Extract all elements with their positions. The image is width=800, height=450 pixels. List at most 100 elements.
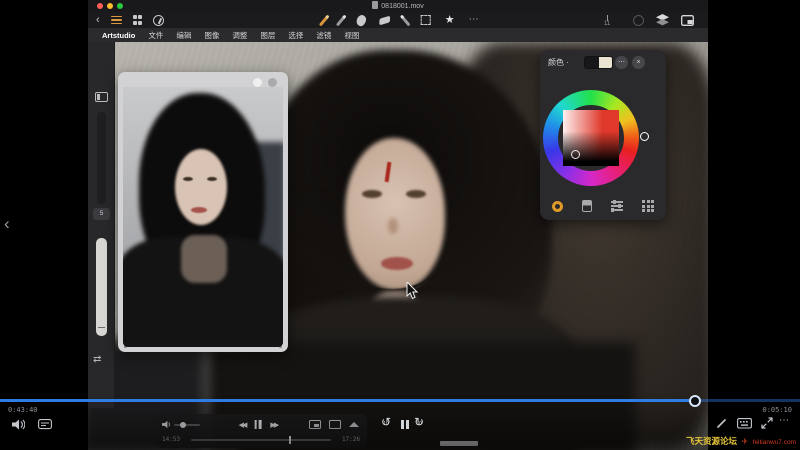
photo-right-eye xyxy=(207,177,217,181)
painting-left-eye xyxy=(362,190,382,198)
inner-video-controls[interactable]: ◀◀ ▶▶ 14:53 17:26 xyxy=(155,414,367,448)
mouse-cursor xyxy=(406,282,418,300)
app-menubar: Artstudio 文件 编辑 图像 调整 图层 选择 滤镜 视图 xyxy=(88,28,708,42)
video-player: 0818001.mov ‹ ★ ⋯ 11 xyxy=(0,0,800,450)
watermark: 飞天资源论坛 ✈ feitianwu7.com xyxy=(686,431,796,449)
screen-recording-frame[interactable]: 0818001.mov ‹ ★ ⋯ 11 xyxy=(88,0,708,450)
more-options-icon[interactable]: ⋯ xyxy=(779,415,790,426)
gradient-mode-icon[interactable] xyxy=(582,200,592,212)
photo-lips xyxy=(191,207,207,213)
canvas-icon[interactable] xyxy=(681,15,694,26)
inner-seek-bar[interactable] xyxy=(191,439,331,441)
brush-size-slider[interactable] xyxy=(97,112,106,204)
brush-setting-value: 11 xyxy=(604,21,610,27)
canvas-gray-strip xyxy=(440,441,478,446)
remaining-time: 0:05:10 xyxy=(762,406,792,414)
resize-handle-right[interactable] xyxy=(279,345,282,348)
main-menu-icon[interactable] xyxy=(111,16,122,25)
transform-arrows-icon[interactable]: ⇄ xyxy=(93,354,101,365)
smudge-tool-icon[interactable] xyxy=(355,13,368,27)
back-icon[interactable]: ‹ xyxy=(96,15,100,25)
secondary-color-swatch[interactable] xyxy=(599,57,613,68)
menu-layer[interactable]: 图层 xyxy=(260,30,275,41)
inner-seek-handle[interactable] xyxy=(289,436,291,444)
menu-view[interactable]: 视图 xyxy=(344,30,359,41)
seek-handle[interactable] xyxy=(689,395,701,407)
inner-total-time: 17:26 xyxy=(342,436,360,443)
pause-button[interactable] xyxy=(401,420,409,429)
menu-image[interactable]: 图像 xyxy=(204,30,219,41)
rewind-icon[interactable]: ◀◀ xyxy=(239,421,246,429)
painting-nose xyxy=(388,218,398,234)
inner-volume-icon[interactable] xyxy=(162,420,171,429)
reference-window[interactable] xyxy=(118,72,288,352)
fast-forward-icon[interactable]: ▶▶ xyxy=(270,421,277,429)
favorites-star-icon[interactable]: ★ xyxy=(445,15,455,26)
more-tools-icon[interactable]: ⋯ xyxy=(469,16,480,24)
paint-brush-tool-icon[interactable] xyxy=(319,14,330,26)
brush-opacity-slider[interactable] xyxy=(96,238,107,336)
reference-photo xyxy=(123,87,283,347)
menu-select[interactable]: 选择 xyxy=(288,30,303,41)
wheel-mode-icon[interactable] xyxy=(552,201,563,212)
resize-handle-left[interactable] xyxy=(124,345,127,348)
watermark-forum-text: 飞天资源论坛 xyxy=(686,436,737,446)
volume-icon[interactable] xyxy=(12,419,25,430)
display-icon[interactable] xyxy=(329,420,341,429)
hue-selector[interactable] xyxy=(640,132,649,141)
menu-adjust[interactable]: 调整 xyxy=(232,30,247,41)
window-title: 0818001.mov xyxy=(88,1,708,10)
menu-artstudio[interactable]: Artstudio xyxy=(102,31,135,40)
selection-tool-icon[interactable] xyxy=(421,15,431,25)
eraser-tool-icon[interactable] xyxy=(379,15,390,25)
app-toolbar: ‹ ★ ⋯ 11 xyxy=(88,12,708,28)
left-tool-sidebar: 5 ⇄ xyxy=(88,42,115,408)
color-panel[interactable]: 颜色 · ⋯ × xyxy=(540,50,666,220)
eyedropper-tool-icon[interactable] xyxy=(400,14,411,26)
keyboard-icon[interactable] xyxy=(737,418,752,429)
previous-video-chevron[interactable]: ‹ xyxy=(4,214,10,234)
primary-secondary-swatch[interactable] xyxy=(584,56,613,69)
current-color-swatch[interactable] xyxy=(633,15,644,26)
painting-canvas[interactable]: 5 ⇄ xyxy=(88,42,708,450)
inner-pause-icon[interactable] xyxy=(254,420,261,429)
reference-options-button[interactable] xyxy=(253,78,262,87)
fullscreen-icon[interactable] xyxy=(761,417,773,429)
brush-setting-slider[interactable]: 11 xyxy=(595,15,621,25)
picture-in-picture-icon[interactable] xyxy=(309,420,321,429)
gallery-grid-icon[interactable] xyxy=(133,15,143,25)
menu-filter[interactable]: 滤镜 xyxy=(316,30,331,41)
watermark-site-text: feitianwu7.com xyxy=(753,439,796,446)
photo-left-eye xyxy=(183,177,193,181)
skip-back-10-button[interactable]: ↺ 10 xyxy=(381,417,391,427)
primary-color-swatch[interactable] xyxy=(585,57,599,68)
inner-current-time: 14:53 xyxy=(162,436,180,443)
saturation-selector[interactable] xyxy=(571,150,580,159)
layers-icon[interactable] xyxy=(656,14,669,26)
photo-turtleneck xyxy=(181,235,227,283)
subtitles-icon[interactable] xyxy=(38,419,52,430)
inner-volume-slider[interactable] xyxy=(174,424,200,426)
color-mode-switcher xyxy=(540,200,666,212)
window-title-text: 0818001.mov xyxy=(381,3,423,10)
airplay-icon[interactable] xyxy=(349,422,359,427)
color-panel-close-button[interactable]: × xyxy=(632,56,645,69)
plane-icon: ✈ xyxy=(741,437,748,446)
pencil-tool-icon[interactable] xyxy=(336,14,347,26)
sliders-mode-icon[interactable] xyxy=(611,201,623,211)
menu-edit[interactable]: 编辑 xyxy=(176,30,191,41)
reference-close-button[interactable] xyxy=(268,78,277,87)
color-panel-more-button[interactable]: ⋯ xyxy=(615,56,628,69)
elapsed-time: 0:43:40 xyxy=(8,406,38,414)
panel-toggle-icon[interactable] xyxy=(95,92,108,102)
menu-file[interactable]: 文件 xyxy=(148,30,163,41)
seek-bar[interactable] xyxy=(0,399,800,402)
stylus-circle-icon[interactable] xyxy=(153,15,164,26)
photo-face xyxy=(175,149,227,225)
color-panel-title: 颜色 xyxy=(548,58,564,67)
skip-forward-30-button[interactable]: ↻ 30 xyxy=(414,417,424,427)
document-icon xyxy=(372,1,378,9)
annotate-pencil-icon[interactable] xyxy=(716,417,728,429)
palette-mode-icon[interactable] xyxy=(642,200,654,212)
window-titlebar: 0818001.mov xyxy=(88,0,708,12)
